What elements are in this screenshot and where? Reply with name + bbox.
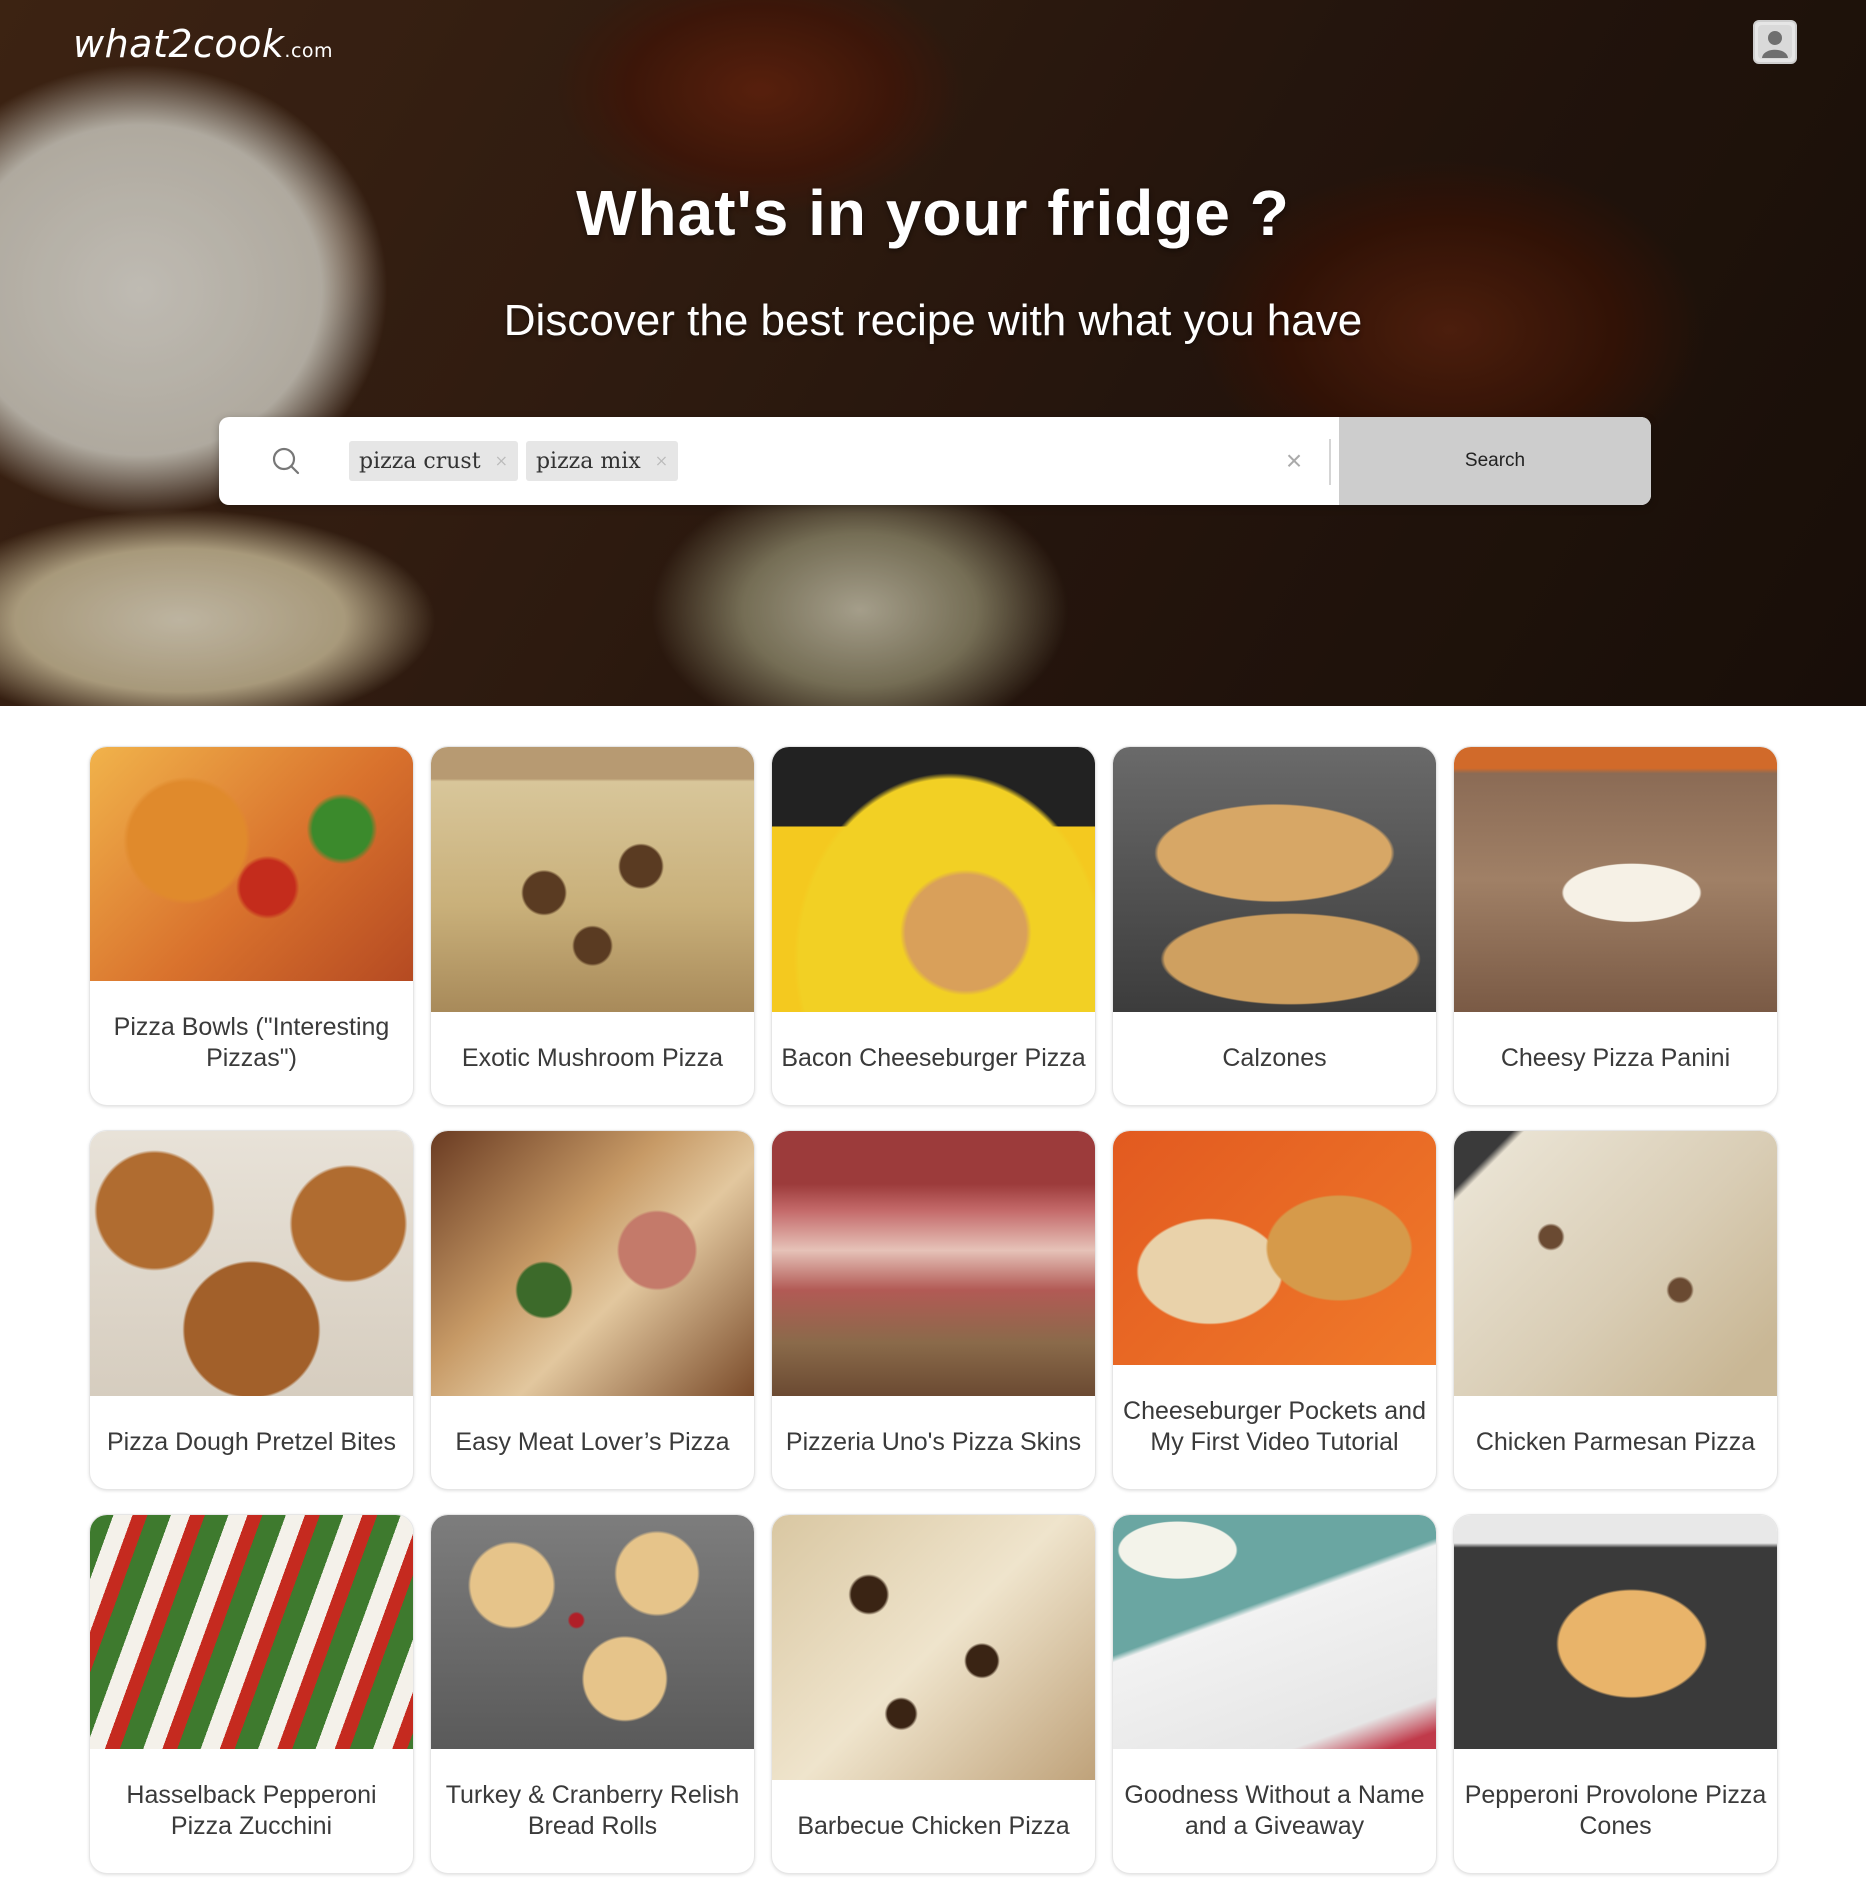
ingredient-chips: pizza crust × pizza mix ×: [349, 441, 679, 481]
recipe-title: Pizzeria Uno's Pizza Skins: [785, 1428, 1082, 1456]
recipe-card[interactable]: Easy Meat Lover’s Pizza: [430, 1130, 755, 1490]
recipe-title: Calzones: [1222, 1044, 1327, 1072]
recipe-title: Exotic Mushroom Pizza: [461, 1044, 724, 1072]
chip-label: pizza crust: [359, 448, 481, 474]
user-silhouette-icon: [1758, 25, 1792, 59]
recipe-card[interactable]: Exotic Mushroom Pizza: [430, 746, 755, 1106]
recipe-title: Goodness Without a Name and a Giveaway: [1124, 1781, 1425, 1840]
ingredient-chip: pizza crust ×: [349, 441, 518, 481]
recipe-image: [431, 1515, 754, 1749]
recipe-title: Barbecue Chicken Pizza: [797, 1812, 1070, 1840]
ingredient-search-bar: pizza crust × pizza mix × × Search: [219, 417, 1651, 505]
recipe-title: Turkey & Cranberry Relish Bread Rolls: [445, 1781, 740, 1840]
recipe-image: [90, 1515, 413, 1749]
recipe-grid: Pizza Bowls ("Interesting Pizzas") Exoti…: [89, 746, 1779, 1874]
search-divider: [1329, 439, 1331, 485]
recipe-image: [1113, 747, 1436, 1012]
recipe-image: [431, 1131, 754, 1396]
chip-remove-icon[interactable]: ×: [655, 453, 668, 469]
recipe-card[interactable]: Hasselback Pepperoni Pizza Zucchini: [89, 1514, 414, 1874]
recipe-card[interactable]: Pepperoni Provolone Pizza Cones: [1453, 1514, 1778, 1874]
recipe-image: [772, 1515, 1095, 1780]
recipe-title: Hasselback Pepperoni Pizza Zucchini: [126, 1781, 377, 1840]
recipe-title: Bacon Cheeseburger Pizza: [781, 1044, 1086, 1072]
recipe-title: Easy Meat Lover’s Pizza: [455, 1428, 730, 1456]
recipe-card[interactable]: Chicken Parmesan Pizza: [1453, 1130, 1778, 1490]
recipe-card[interactable]: Turkey & Cranberry Relish Bread Rolls: [430, 1514, 755, 1874]
recipe-card[interactable]: Cheeseburger Pockets and My First Video …: [1112, 1130, 1437, 1490]
search-button[interactable]: Search: [1339, 417, 1651, 505]
recipe-card[interactable]: Calzones: [1112, 746, 1437, 1106]
chip-label: pizza mix: [535, 448, 641, 474]
recipe-title: Pizza Bowls ("Interesting Pizzas"): [113, 1013, 390, 1072]
recipe-image: [90, 747, 413, 981]
hero-banner: what2cook.com What's in your fridge ? Di…: [0, 0, 1866, 706]
chip-remove-icon[interactable]: ×: [495, 453, 508, 469]
recipe-card[interactable]: Barbecue Chicken Pizza: [771, 1514, 1096, 1874]
recipe-card[interactable]: Pizzeria Uno's Pizza Skins: [771, 1130, 1096, 1490]
recipe-image: [1454, 1131, 1777, 1396]
brand-suffix: .com: [284, 40, 334, 62]
recipe-card[interactable]: Pizza Bowls ("Interesting Pizzas"): [89, 746, 414, 1106]
recipe-image: [772, 1131, 1095, 1396]
recipe-title: Chicken Parmesan Pizza: [1475, 1428, 1756, 1456]
recipe-card[interactable]: Goodness Without a Name and a Giveaway: [1112, 1514, 1437, 1874]
recipe-title: Pepperoni Provolone Pizza Cones: [1464, 1781, 1767, 1840]
recipe-image: [90, 1131, 413, 1396]
hero-subtitle: Discover the best recipe with what you h…: [503, 296, 1363, 345]
recipe-image: [1454, 747, 1777, 1012]
recipe-image: [431, 747, 754, 1012]
recipe-title: Cheeseburger Pockets and My First Video …: [1123, 1397, 1426, 1456]
user-avatar-icon[interactable]: [1753, 20, 1797, 64]
recipe-image: [772, 747, 1095, 1012]
recipe-image: [1113, 1515, 1436, 1749]
clear-search-icon[interactable]: ×: [1279, 441, 1309, 481]
recipe-title: Cheesy Pizza Panini: [1500, 1044, 1731, 1072]
recipe-title: Pizza Dough Pretzel Bites: [106, 1428, 397, 1456]
search-icon: [272, 447, 300, 475]
ingredient-chip: pizza mix ×: [525, 441, 679, 481]
brand-name: what2cook: [73, 22, 285, 66]
recipe-card[interactable]: Cheesy Pizza Panini: [1453, 746, 1778, 1106]
recipe-image: [1113, 1131, 1436, 1365]
site-logo[interactable]: what2cook.com: [73, 22, 333, 66]
recipe-card[interactable]: Bacon Cheeseburger Pizza: [771, 746, 1096, 1106]
recipe-card[interactable]: Pizza Dough Pretzel Bites: [89, 1130, 414, 1490]
recipe-image: [1454, 1515, 1777, 1749]
hero-title: What's in your fridge ?: [576, 177, 1290, 249]
